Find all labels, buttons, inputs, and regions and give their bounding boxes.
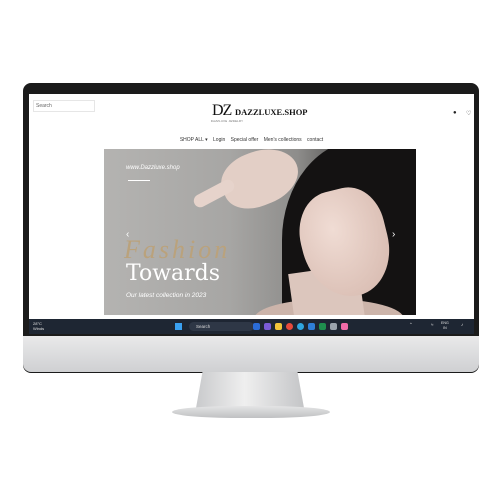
windows-start-icon[interactable] <box>175 323 182 330</box>
meet-icon[interactable] <box>264 323 271 330</box>
nav-item-login[interactable]: Login <box>213 137 225 143</box>
edge-icon[interactable] <box>297 323 304 330</box>
user-icon[interactable]: ● <box>453 110 457 116</box>
logo[interactable]: DZ <box>212 102 232 120</box>
nav-item-mens-collections[interactable]: Men's collections <box>264 137 302 143</box>
speaker-icon[interactable]: ♪ <box>461 322 463 327</box>
screen: Search DZ DAZZLUXE JEWELRY DAZZLUXE.SHOP… <box>29 94 474 334</box>
nav-item-contact[interactable]: contact <box>307 137 323 143</box>
logo-tagline: DAZZLUXE JEWELRY <box>211 120 244 123</box>
taskbar-search[interactable]: Search <box>189 322 254 331</box>
heart-icon[interactable]: ♡ <box>466 110 471 117</box>
chrome-icon[interactable] <box>286 323 293 330</box>
site-name[interactable]: DAZZLUXE.SHOP <box>235 107 308 117</box>
chevron-right-icon[interactable]: › <box>392 229 395 240</box>
taskbar: 28°C Winds Search ⌃ ≈ ENG IN ♪ <box>29 319 474 334</box>
hero-banner[interactable]: www.Dazzluxe.shop Fashion Towards Our la… <box>104 149 416 315</box>
mail-icon[interactable] <box>330 323 337 330</box>
clock-date: IN <box>443 326 447 330</box>
monitor-base <box>172 406 330 418</box>
chevron-up-icon[interactable]: ⌃ <box>409 322 413 328</box>
word-icon[interactable] <box>253 323 260 330</box>
monitor-chin <box>23 336 479 372</box>
taskbar-clock[interactable]: ENG IN <box>441 321 449 331</box>
files-icon[interactable] <box>275 323 282 330</box>
search-input[interactable]: Search <box>33 100 95 112</box>
hero-subtitle: Our latest collection in 2023 <box>126 292 207 299</box>
vscode-icon[interactable] <box>308 323 315 330</box>
chevron-left-icon[interactable]: ‹ <box>126 229 129 240</box>
paint-icon[interactable] <box>341 323 348 330</box>
main-nav: SHOP ALL ▾ Login Special offer Men's col… <box>29 137 474 143</box>
nav-item-shop-all[interactable]: SHOP ALL ▾ <box>180 137 208 143</box>
hero-site-url: www.Dazzluxe.shop <box>126 165 180 171</box>
weather-widget[interactable]: 28°C Winds <box>33 321 44 331</box>
nav-item-special-offer[interactable]: Special offer <box>231 137 259 143</box>
excel-icon[interactable] <box>319 323 326 330</box>
monitor-stand <box>196 372 304 408</box>
hero-divider <box>128 180 150 181</box>
hero-title: Towards <box>126 261 221 286</box>
weather-desc: Winds <box>33 326 45 331</box>
wifi-icon[interactable]: ≈ <box>431 322 433 327</box>
